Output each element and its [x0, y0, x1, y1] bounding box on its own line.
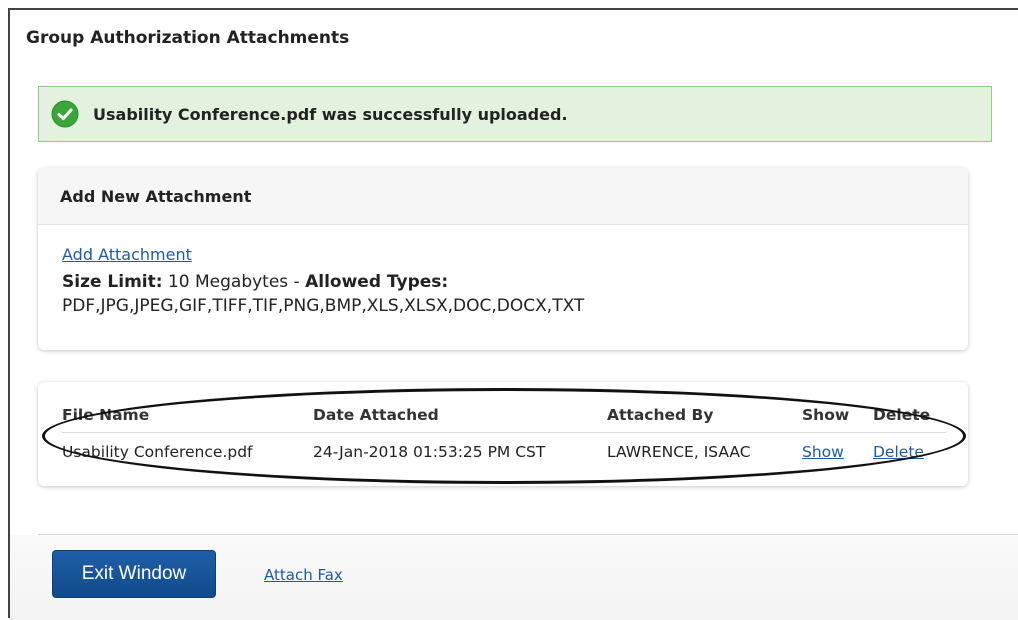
table-row: Usability Conference.pdf 24-Jan-2018 01:…	[62, 433, 946, 470]
allowed-types-label: Allowed Types:	[305, 272, 449, 292]
column-header-date-attached: Date Attached	[313, 396, 607, 433]
success-alert: Usability Conference.pdf was successfull…	[38, 86, 992, 142]
delete-cell: Delete	[873, 433, 946, 470]
column-header-file-name: File Name	[62, 396, 313, 433]
dialog-window: Group Authorization Attachments Usabilit…	[8, 8, 1018, 620]
column-header-show: Show	[802, 396, 873, 433]
column-header-delete: Delete	[873, 396, 946, 433]
date-attached-cell: 24-Jan-2018 01:53:25 PM CST	[313, 443, 546, 461]
column-header-attached-by: Attached By	[607, 396, 802, 433]
add-attachment-card: Add New Attachment Add Attachment Size L…	[38, 168, 968, 350]
page-title: Group Authorization Attachments	[26, 28, 350, 48]
show-cell: Show	[802, 433, 873, 470]
add-attachment-header: Add New Attachment	[38, 168, 968, 225]
add-attachment-body: Add Attachment Size Limit: 10 Megabytes …	[38, 225, 968, 316]
attached-by-cell: LAWRENCE, ISAAC	[607, 443, 751, 461]
alert-message: Usability Conference.pdf was successfull…	[93, 104, 568, 124]
file-name-cell: Usability Conference.pdf	[62, 443, 253, 461]
attachments-card: File Name Date Attached Attached By Show…	[38, 382, 968, 486]
exit-window-button[interactable]: Exit Window	[52, 550, 216, 598]
table-header-row: File Name Date Attached Attached By Show…	[62, 396, 946, 433]
show-link[interactable]: Show	[802, 443, 844, 461]
allowed-types-value: PDF,JPG,JPEG,GIF,TIFF,TIF,PNG,BMP,XLS,XL…	[62, 296, 585, 316]
add-attachment-link[interactable]: Add Attachment	[62, 245, 192, 264]
check-circle-icon	[51, 100, 79, 128]
delete-link[interactable]: Delete	[873, 443, 924, 461]
attachments-table: File Name Date Attached Attached By Show…	[62, 396, 946, 469]
size-limit-label: Size Limit:	[62, 272, 163, 292]
size-limit-line: Size Limit: 10 Megabytes - Allowed Types…	[62, 272, 944, 292]
attach-fax-link[interactable]: Attach Fax	[264, 566, 343, 584]
size-limit-value: 10 Megabytes -	[162, 272, 306, 292]
